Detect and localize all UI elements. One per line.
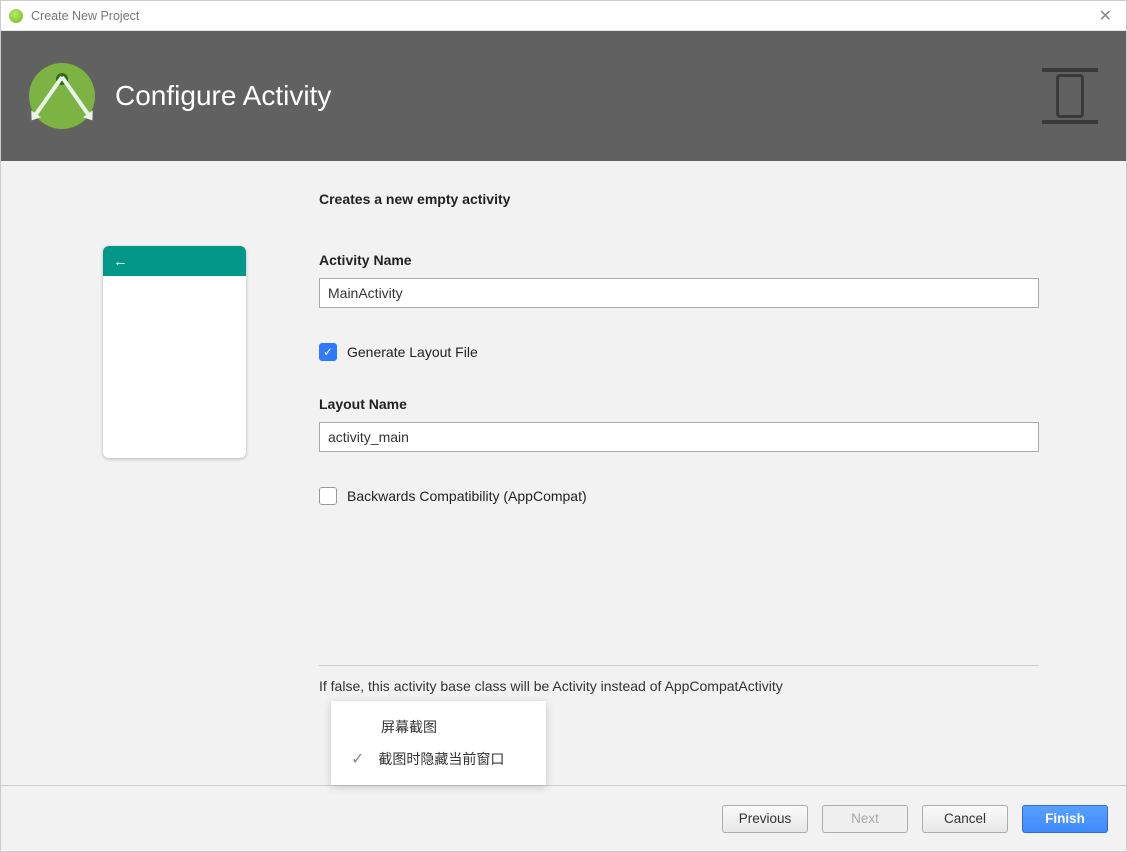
backwards-compat-label: Backwards Compatibility (AppCompat) [347,488,587,504]
wizard-footer: Previous Next Cancel Finish [1,785,1126,851]
content-area: ← Creates a new empty activity Activity … [1,161,1126,785]
next-button: Next [822,805,908,833]
form-column: Creates a new empty activity Activity Na… [319,191,1039,775]
activity-preview: ← [103,246,246,458]
previous-button[interactable]: Previous [722,805,808,833]
description-text: Creates a new empty activity [319,191,1039,207]
android-studio-logo-icon [29,63,95,129]
help-separator [319,665,1039,666]
backwards-compat-checkbox[interactable] [319,487,337,505]
finish-button[interactable]: Finish [1022,805,1108,833]
close-icon[interactable]: ✕ [1093,6,1118,26]
help-text: If false, this activity base class will … [319,678,1039,694]
check-icon: ✓ [351,749,364,769]
activity-name-block: Activity Name [319,252,1039,308]
activity-name-label: Activity Name [319,252,1039,268]
preview-appbar: ← [103,246,246,276]
generate-layout-label: Generate Layout File [347,344,478,360]
layout-name-input[interactable] [319,422,1039,452]
activity-name-input[interactable] [319,278,1039,308]
generate-layout-checkbox[interactable] [319,343,337,361]
app-icon [9,9,23,23]
wizard-header: Configure Activity [1,31,1126,161]
generate-layout-row[interactable]: Generate Layout File [319,343,1039,361]
window-title: Create New Project [31,9,139,23]
backwards-compat-row[interactable]: Backwards Compatibility (AppCompat) [319,487,1039,505]
titlebar: Create New Project ✕ [1,1,1126,31]
layout-name-label: Layout Name [319,396,1039,412]
layout-name-block: Layout Name [319,396,1039,452]
popup-option-label: 截图时隐藏当前窗口 [378,749,504,769]
back-arrow-icon: ← [113,253,128,270]
popup-title: 屏幕截图 [331,711,546,743]
popup-hide-window-option[interactable]: ✓ 截图时隐藏当前窗口 [331,743,546,775]
wizard-title: Configure Activity [115,80,331,112]
cancel-button[interactable]: Cancel [922,805,1008,833]
preview-column: ← [29,191,279,775]
screenshot-popup: 屏幕截图 ✓ 截图时隐藏当前窗口 [331,701,546,785]
device-icon [1042,68,1098,124]
